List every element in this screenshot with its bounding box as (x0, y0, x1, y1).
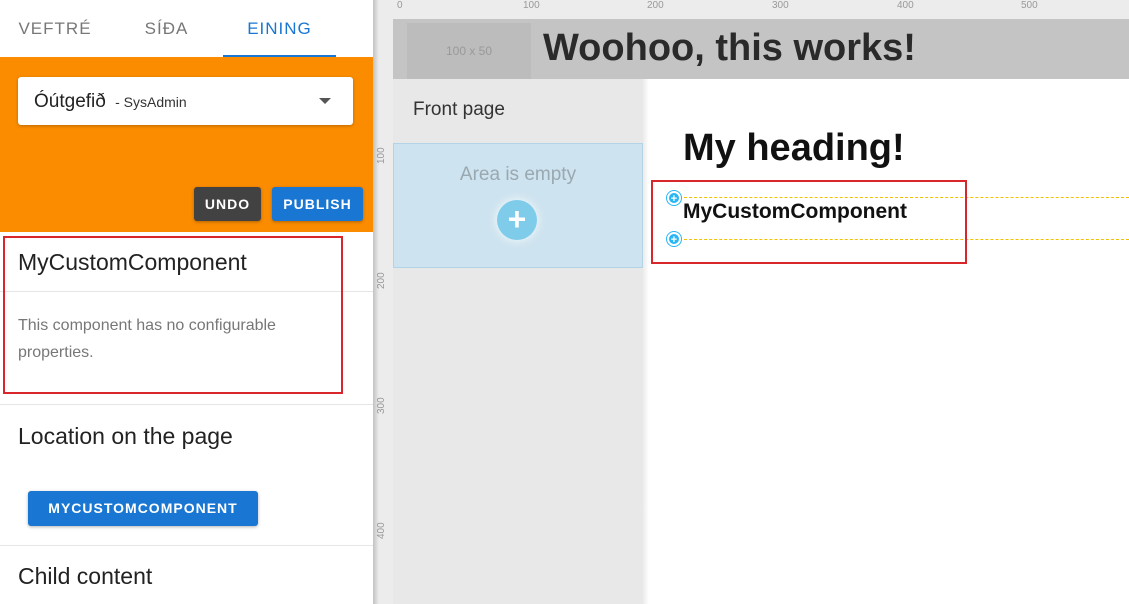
ruler-label: 0 (397, 0, 403, 11)
caret-down-icon (319, 98, 331, 104)
highlight-box-component (651, 180, 967, 264)
front-page-link[interactable]: Front page (413, 99, 505, 121)
panel-shadow (373, 0, 379, 604)
highlight-box-properties (3, 236, 343, 394)
banner: 100 x 50 Woohoo, this works! (393, 19, 1129, 79)
page-canvas: 100 x 50 Woohoo, this works! Front page … (393, 19, 1129, 604)
location-component-button[interactable]: MYCUSTOMCOMPONENT (28, 491, 258, 526)
tab-bar: VEFTRÉ SÍÐA EINING (0, 0, 373, 57)
ruler-label: 500 (1021, 0, 1038, 11)
tab-sida[interactable]: SÍÐA (110, 0, 223, 57)
page-sidebar: Front page Area is empty + (393, 79, 643, 604)
page-heading[interactable]: My heading! (683, 127, 905, 170)
banner-title: Woohoo, this works! (543, 27, 916, 69)
undo-button[interactable]: UNDO (194, 187, 261, 221)
sidebar-shadow (643, 79, 649, 604)
branch-select[interactable]: Óútgefið - SysAdmin (18, 77, 353, 125)
child-content-title: Child content (18, 563, 153, 589)
ruler-label: 300 (772, 0, 789, 11)
properties-panel: VEFTRÉ SÍÐA EINING Óútgefið - SysAdmin U… (0, 0, 373, 604)
image-placeholder: 100 x 50 (407, 23, 531, 79)
horizontal-ruler: 0 100 200 300 400 500 (373, 0, 1129, 20)
divider (0, 404, 373, 405)
page-editor: 0 100 200 300 400 500 100 200 300 400 10… (373, 0, 1129, 604)
add-icon[interactable]: + (497, 200, 537, 240)
tab-veftre[interactable]: VEFTRÉ (0, 0, 110, 57)
ruler-label: 400 (897, 0, 914, 11)
divider (0, 545, 373, 546)
branch-select-value: Óútgefið - SysAdmin (34, 91, 187, 112)
tab-eining[interactable]: EINING (223, 0, 336, 57)
location-title: Location on the page (18, 423, 233, 449)
publish-button[interactable]: PUBLISH (272, 187, 363, 221)
empty-area-label: Area is empty (459, 164, 577, 185)
ruler-label: 100 (523, 0, 540, 11)
publish-toolbar: Óútgefið - SysAdmin UNDO PUBLISH (0, 57, 373, 232)
empty-region[interactable]: Area is empty + (393, 143, 643, 268)
ruler-label: 200 (647, 0, 664, 11)
